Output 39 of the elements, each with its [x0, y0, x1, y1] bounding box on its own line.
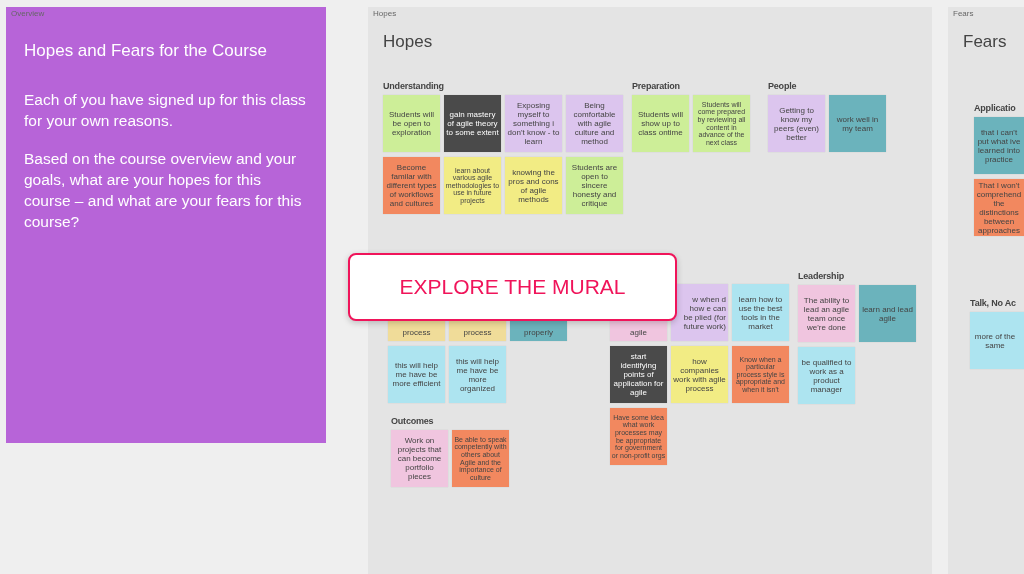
frame-title: Hopes	[383, 31, 433, 53]
frame-label: Fears	[953, 8, 974, 20]
sticky-note: w when d how e can be plied (for future work)	[671, 284, 728, 341]
sticky-note: learn how to use the best tools in the market	[732, 284, 789, 341]
sticky-note: that i can't put what ive learned into practice	[974, 117, 1024, 174]
frame-label: Overview	[11, 8, 45, 20]
group-title: Applicatio	[974, 102, 1017, 115]
sticky-note: more of the same	[970, 312, 1024, 369]
frame-title: Fears	[963, 31, 1007, 53]
sticky-note: That I won't comprehend the distinctions between approaches	[974, 179, 1024, 236]
group-title: Outcomes	[391, 415, 435, 428]
sticky-note: be qualified to work as a product manager	[798, 347, 855, 404]
sticky-note: this will help me have be more organized	[449, 346, 506, 403]
group-title: Understanding	[383, 80, 445, 93]
sticky-note: Students will show up to class ontime	[632, 95, 689, 152]
sticky-note: knowing the pros and cons of agile methods	[505, 157, 562, 214]
sticky-note: this will help me have be more efficient	[388, 346, 445, 403]
sticky-note: The ability to lead an agile team once we're done	[798, 285, 855, 342]
sticky-note: Students will be open to exploration	[383, 95, 440, 152]
sticky-note: learn and lead agile	[859, 285, 916, 342]
card-text: Each of you have signed up for this class for your own reasons.	[24, 90, 307, 132]
sticky-note: gain mastery of agile theory to some extent	[444, 95, 501, 152]
frame-label: Hopes	[373, 8, 397, 20]
group-title: Preparation	[632, 80, 681, 93]
sticky-note: Being comfortable with agile culture and method	[566, 95, 623, 152]
sticky-note: Become familar with different types of workflows and cultures	[383, 157, 440, 214]
sticky-note: start identifying points of application for agile	[610, 346, 667, 403]
explore-button[interactable]: EXPLORE THE MURAL	[348, 253, 677, 321]
sticky-note: Students are open to sincere honesty and critique	[566, 157, 623, 214]
group-title: People	[768, 80, 798, 93]
sticky-note: Work on projects that can become portfolio pieces	[391, 430, 448, 487]
sticky-note: Getting to know my peers (even) better	[768, 95, 825, 152]
card-title: Hopes and Fears for the Course	[24, 41, 268, 62]
card-text: Based on the course overview and your goals, what are your hopes for this course – and what are your fears for this course?	[24, 149, 303, 233]
sticky-note: Exposing myself to something i don't know - to learn	[505, 95, 562, 152]
group-title: Talk, No Ac	[970, 297, 1017, 310]
sticky-note: how companies work with agile process	[671, 346, 728, 403]
sticky-note: work well in my team	[829, 95, 886, 152]
group-title: Leadership	[798, 270, 845, 283]
